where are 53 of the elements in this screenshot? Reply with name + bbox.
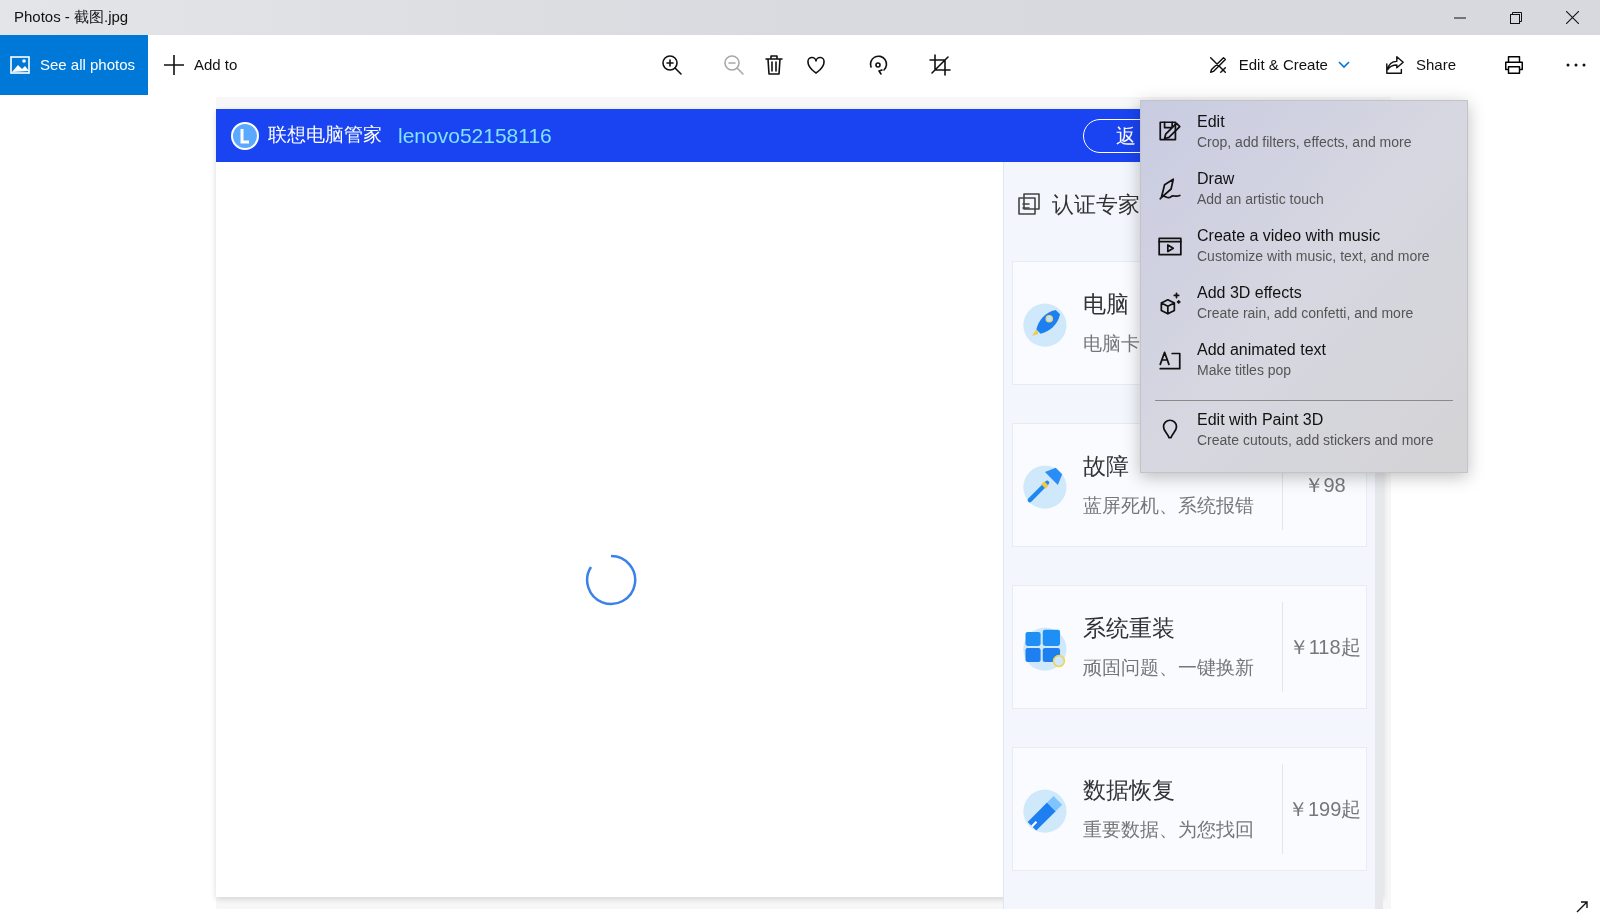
window-title: Photos - 截图.jpg [14, 7, 129, 28]
menu-item-title: Create a video with music [1197, 226, 1382, 246]
card-price: ￥199起 [1287, 797, 1362, 822]
edit-create-button[interactable]: Edit & Create [1198, 45, 1358, 85]
app-name: 联想电脑管家 [268, 123, 382, 148]
menu-item-title: Edit [1197, 112, 1226, 132]
expand-icon [1576, 901, 1588, 913]
menu-item[interactable]: Add animated text Make titles pop [1155, 337, 1453, 394]
chevron-down-icon [1337, 61, 1350, 69]
account-name: lenovo52158116 [398, 122, 552, 149]
card-title: 数据恢复 [1082, 776, 1175, 804]
more-icon [1566, 63, 1586, 67]
menu-item-description: Add an artistic touch [1197, 190, 1324, 209]
menu-item[interactable]: Add 3D effects Create rain, add confetti, and more [1155, 280, 1453, 337]
photo-icon [10, 56, 30, 74]
menu-item-description: Customize with music, text, and more [1197, 247, 1430, 266]
add-to-button[interactable]: Add to [162, 45, 240, 85]
menu-item-title: Add animated text [1197, 340, 1326, 360]
menu-item-description: Create rain, add confetti, and more [1197, 304, 1414, 323]
zoom-out-icon [722, 53, 746, 77]
printer-icon [1503, 54, 1525, 76]
panel-title: 认证专家 [1052, 191, 1140, 219]
menu-item-description: Make titles pop [1197, 361, 1293, 380]
plus-icon [164, 55, 184, 75]
logo-icon [230, 120, 260, 151]
menu-item-title: Draw [1197, 169, 1236, 189]
share-button[interactable]: Share [1377, 45, 1462, 85]
loading-spinner-icon [584, 553, 638, 607]
close-icon [1565, 11, 1579, 24]
delete-icon [762, 53, 786, 77]
certificate-icon [1016, 191, 1042, 218]
card-title: 电脑 [1082, 290, 1129, 318]
card-subtitle: 重要数据、为您找回 [1082, 818, 1254, 842]
card-title: 系统重装 [1082, 614, 1175, 642]
menu-item[interactable]: Create a video with music Customize with music, text, and more [1155, 223, 1453, 280]
pen-icon [1157, 176, 1183, 202]
share-icon [1383, 55, 1406, 75]
menu-item[interactable]: Draw Add an artistic touch [1155, 166, 1453, 223]
service-card[interactable]: 数据恢复 重要数据、为您找回 ￥199起 [1012, 747, 1367, 871]
cube-sparkle-icon [1157, 290, 1183, 316]
card-title: 故障 [1082, 452, 1129, 480]
menu-item-title: Add 3D effects [1197, 283, 1303, 303]
card-subtitle: 顽固问题、一键换新 [1082, 656, 1254, 680]
see-all-photos-button[interactable]: See all photos [0, 35, 148, 95]
card-price: ￥118起 [1288, 635, 1361, 660]
restore-icon [1510, 11, 1522, 24]
card-subtitle: 蓝屏死机、系统报错 [1082, 494, 1254, 518]
service-card[interactable]: 系统重装 顽固问题、一键换新 ￥118起 [1012, 585, 1367, 709]
menu-item-description: Crop, add filters, effects, and more [1197, 133, 1412, 152]
card-subtitle: 电脑卡 [1082, 332, 1140, 356]
zoom-in-icon [660, 53, 684, 77]
card-price: ￥98 [1303, 473, 1346, 498]
crop-icon [928, 53, 952, 77]
